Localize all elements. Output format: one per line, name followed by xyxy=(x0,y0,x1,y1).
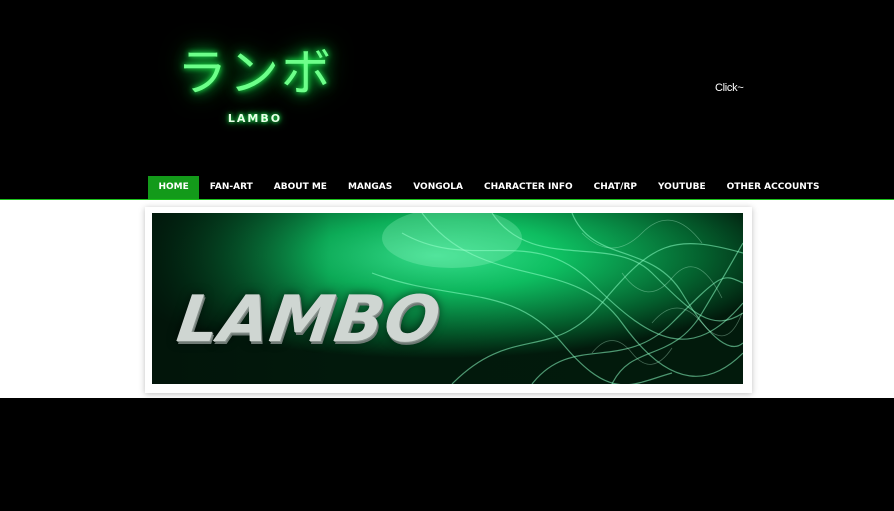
click-link[interactable]: Click~ xyxy=(715,82,744,94)
site-logo[interactable]: ランボ LAMBO xyxy=(150,40,360,125)
main-navigation: HOME FAN-ART ABOUT ME MANGAS VONGOLA CHA… xyxy=(148,176,830,199)
site-header: ランボ LAMBO Click~ xyxy=(0,0,894,176)
main-content: LAMBO xyxy=(0,200,894,398)
nav-item-about-me[interactable]: ABOUT ME xyxy=(263,176,337,199)
nav-item-youtube[interactable]: YOUTUBE xyxy=(647,176,716,199)
nav-item-chat-rp[interactable]: CHAT/RP xyxy=(583,176,647,199)
banner-title-text: LAMBO xyxy=(172,283,446,357)
logo-japanese-text: ランボ xyxy=(177,44,333,102)
nav-item-home[interactable]: HOME xyxy=(148,176,200,199)
banner-frame: LAMBO xyxy=(145,207,752,393)
nav-item-vongola[interactable]: VONGOLA xyxy=(403,176,474,199)
logo-english-text: LAMBO xyxy=(227,112,283,125)
page-footer-area xyxy=(0,398,894,511)
nav-item-other-accounts[interactable]: OTHER ACCOUNTS xyxy=(716,176,830,199)
nav-item-character-info[interactable]: CHARACTER INFO xyxy=(473,176,583,199)
banner-image: LAMBO xyxy=(152,213,743,384)
nav-item-mangas[interactable]: MANGAS xyxy=(337,176,402,199)
nav-item-fan-art[interactable]: FAN-ART xyxy=(199,176,263,199)
